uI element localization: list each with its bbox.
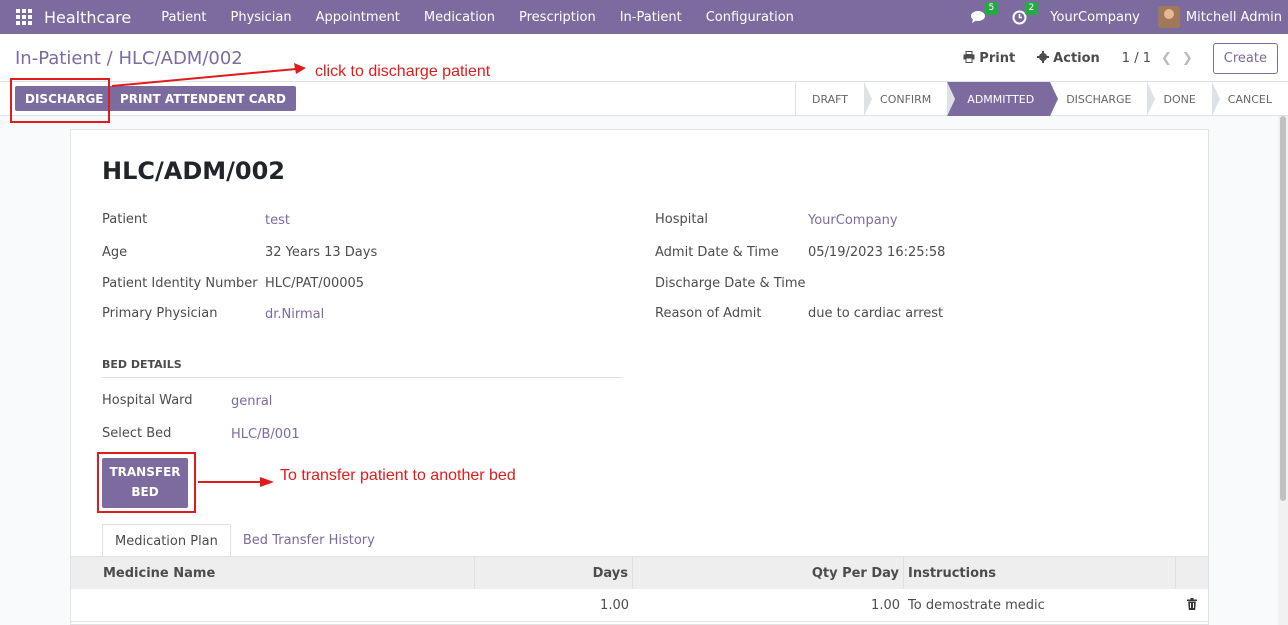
reason-field[interactable]: due to cardiac arrest [808, 306, 943, 321]
print-icon [963, 50, 975, 67]
stage-admitted[interactable]: ADMMITTED [947, 82, 1059, 116]
company-switcher[interactable]: YourCompany [1050, 10, 1140, 25]
select-bed-label: Select Bed [102, 426, 172, 441]
column-instructions[interactable]: Instructions [904, 557, 1176, 589]
bed-details-heading: BED DETAILS [102, 358, 623, 378]
table-header: Medicine Name Days Qty Per Day Instructi… [71, 556, 1208, 589]
form-sheet: HLC/ADM/002 Patient test Age 32 Years 13… [70, 129, 1209, 625]
stage-cancel[interactable]: CANCEL [1212, 82, 1288, 116]
user-menu[interactable]: Mitchell Admin [1186, 10, 1282, 25]
user-avatar[interactable] [1157, 6, 1180, 28]
transfer-annotation-text: To transfer patient to another bed [280, 467, 516, 484]
activities-clock-icon[interactable]: 2 [1010, 2, 1039, 26]
age-field: 32 Years 13 Days [265, 245, 378, 260]
reason-label: Reason of Admit [655, 306, 762, 321]
create-button[interactable]: Create [1212, 43, 1278, 74]
menu-medication[interactable]: Medication [412, 10, 507, 25]
discharge-highlight-box [10, 78, 110, 123]
discharge-annotation-arrow-icon [111, 63, 306, 87]
age-label: Age [102, 245, 128, 260]
messages-badge: 5 [984, 2, 999, 15]
hospital-field[interactable]: YourCompany [808, 213, 898, 228]
top-navbar: Healthcare Patient Physician Appointment… [0, 0, 1288, 34]
stage-confirm[interactable]: CONFIRM [864, 82, 956, 116]
notebook-tabs: Medication Plan Bed Transfer History [102, 524, 387, 557]
cell-medicine-name[interactable] [71, 589, 475, 621]
transfer-annotation-arrow-icon [198, 477, 274, 487]
gear-icon [1037, 50, 1050, 67]
medication-table: Medicine Name Days Qty Per Day Instructi… [71, 556, 1208, 622]
discharge-date-label: Discharge Date & Time [655, 276, 806, 291]
menu-physician[interactable]: Physician [218, 10, 303, 25]
tab-bed-transfer-history[interactable]: Bed Transfer History [231, 524, 387, 557]
transfer-highlight-box [97, 452, 196, 513]
stage-discharge[interactable]: DISCHARGE [1050, 82, 1156, 116]
discharge-annotation-text: click to discharge patient [315, 63, 491, 80]
table-row[interactable]: 1.00 1.00 To demostrate medic [71, 589, 1208, 622]
app-brand[interactable]: Healthcare [44, 8, 131, 27]
cell-qty-per-day[interactable]: 1.00 [633, 589, 904, 621]
action-label: Action [1053, 51, 1100, 66]
select-bed-field[interactable]: HLC/B/001 [231, 427, 300, 442]
pager-previous-icon[interactable]: ❮ [1161, 51, 1172, 66]
primary-physician-field[interactable]: dr.Nirmal [265, 307, 324, 322]
stage-pipeline: DRAFT CONFIRM ADMMITTED DISCHARGE DONE C… [794, 82, 1288, 116]
menu-in-patient[interactable]: In-Patient [608, 10, 694, 25]
column-qty-per-day[interactable]: Qty Per Day [633, 557, 904, 589]
print-label: Print [979, 51, 1016, 66]
page-scrollbar[interactable] [1278, 116, 1288, 625]
activities-badge: 2 [1024, 2, 1039, 15]
column-actions [1176, 557, 1208, 589]
menu-patient[interactable]: Patient [149, 10, 218, 25]
pager-next-icon[interactable]: ❯ [1182, 51, 1193, 66]
admit-date-field[interactable]: 05/19/2023 16:25:58 [808, 245, 945, 260]
hospital-ward-field[interactable]: genral [231, 394, 272, 409]
tab-medication-plan[interactable]: Medication Plan [102, 524, 231, 557]
hospital-ward-label: Hospital Ward [102, 393, 193, 408]
hospital-label: Hospital [655, 212, 709, 227]
primary-physician-label: Primary Physician [102, 306, 218, 321]
patient-label: Patient [102, 212, 148, 227]
pager-value[interactable]: 1 / 1 [1122, 51, 1151, 66]
breadcrumb-parent[interactable]: In-Patient [15, 48, 101, 69]
menu-appointment[interactable]: Appointment [304, 10, 412, 25]
print-button[interactable]: Print [963, 50, 1016, 67]
column-medicine-name[interactable]: Medicine Name [71, 557, 475, 589]
admit-date-label: Admit Date & Time [655, 245, 779, 260]
action-button[interactable]: Action [1037, 50, 1100, 67]
scrollbar-thumb[interactable] [1280, 116, 1286, 501]
record-title: HLC/ADM/002 [102, 157, 285, 185]
cell-instructions[interactable]: To demostrate medic [904, 589, 1176, 621]
messages-icon[interactable]: 5 [970, 2, 999, 26]
patient-identity-label: Patient Identity Number [102, 276, 258, 291]
patient-identity-field: HLC/PAT/00005 [265, 276, 365, 291]
trash-icon[interactable] [1176, 589, 1208, 621]
apps-grid-icon[interactable] [16, 9, 32, 25]
cell-days[interactable]: 1.00 [475, 589, 633, 621]
menu-prescription[interactable]: Prescription [507, 10, 608, 25]
stage-draft[interactable]: DRAFT [796, 82, 873, 116]
stage-done[interactable]: DONE [1147, 82, 1221, 116]
patient-field[interactable]: test [265, 213, 290, 228]
column-days[interactable]: Days [475, 557, 633, 589]
menu-configuration[interactable]: Configuration [694, 10, 806, 25]
